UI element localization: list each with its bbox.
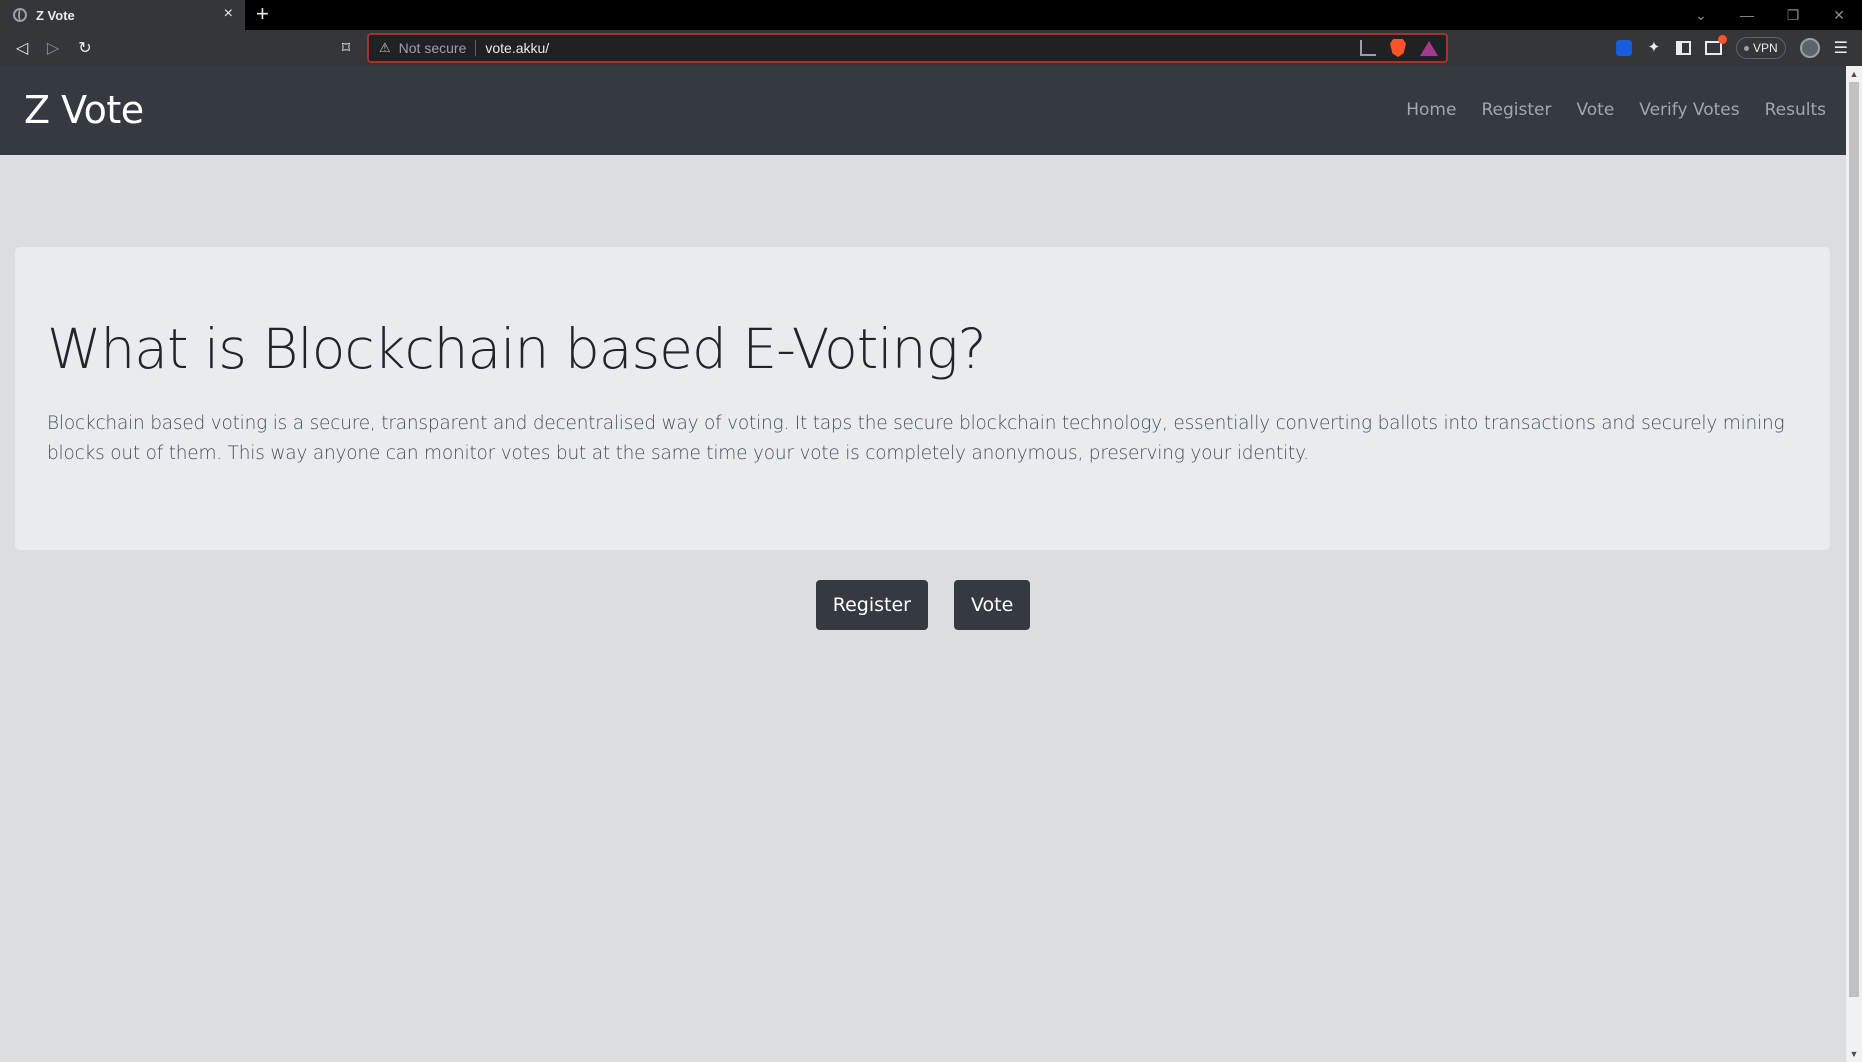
- window-controls: ⌄ — ❐ ✕: [1678, 0, 1862, 30]
- site-brand[interactable]: Z Vote: [24, 88, 144, 132]
- page-viewport: Z Vote Home Register Vote Verify Votes R…: [0, 66, 1846, 1062]
- share-icon[interactable]: [1360, 40, 1376, 56]
- menu-icon[interactable]: ☰: [1834, 38, 1848, 58]
- scroll-down-icon[interactable]: ▼: [1846, 1046, 1862, 1062]
- back-icon[interactable]: ◁: [12, 38, 32, 58]
- browser-tab-bar: Z Vote × + ⌄ — ❐ ✕: [0, 0, 1862, 30]
- restore-icon[interactable]: ❐: [1770, 0, 1816, 30]
- brave-rewards-icon[interactable]: [1420, 40, 1438, 56]
- globe-icon: [13, 8, 27, 22]
- tab-search-icon[interactable]: ⌄: [1678, 0, 1724, 30]
- browser-tab[interactable]: Z Vote ×: [0, 0, 245, 30]
- address-bar[interactable]: ⚠ Not secure vote.akku/: [367, 33, 1448, 63]
- scroll-up-icon[interactable]: ▲: [1846, 66, 1862, 82]
- nav-links: Home Register Vote Verify Votes Results: [1406, 100, 1826, 120]
- security-indicator[interactable]: Not secure: [399, 40, 467, 56]
- nav-home[interactable]: Home: [1406, 100, 1456, 120]
- register-button[interactable]: Register: [815, 580, 928, 630]
- hero-description: Blockchain based voting is a secure, tra…: [47, 413, 1785, 464]
- browser-toolbar: ◁ ▷ ↻ ⌑ ⚠ Not secure vote.akku/ ✦ VPN ☰: [0, 30, 1862, 66]
- site-navbar: Z Vote Home Register Vote Verify Votes R…: [0, 66, 1846, 155]
- bookmark-icon[interactable]: ⌑: [336, 38, 356, 58]
- sidebar-icon[interactable]: [1675, 41, 1691, 55]
- vpn-status-dot: [1743, 45, 1749, 51]
- bitwarden-icon[interactable]: [1615, 40, 1632, 56]
- extensions-area: ✦ VPN ☰: [1615, 30, 1862, 66]
- nav-vote[interactable]: Vote: [1576, 100, 1614, 120]
- brave-shields-icon[interactable]: [1390, 39, 1406, 57]
- minimize-icon[interactable]: —: [1724, 0, 1770, 30]
- vpn-label: VPN: [1752, 41, 1778, 55]
- reload-icon[interactable]: ↻: [75, 38, 95, 58]
- wallet-icon[interactable]: [1704, 35, 1727, 55]
- profile-avatar[interactable]: [1799, 38, 1820, 58]
- address-divider: [475, 40, 477, 56]
- hero-title: What is Blockchain based E-Voting?: [47, 317, 987, 381]
- nav-verify-votes[interactable]: Verify Votes: [1639, 100, 1739, 120]
- tab-close-icon[interactable]: ×: [224, 6, 233, 22]
- close-window-icon[interactable]: ✕: [1816, 0, 1862, 30]
- forward-icon[interactable]: ▷: [43, 38, 63, 58]
- vertical-scrollbar[interactable]: ▲ ▼: [1846, 66, 1862, 1062]
- nav-results[interactable]: Results: [1765, 100, 1826, 120]
- action-buttons: Register Vote: [0, 580, 1846, 630]
- url-text[interactable]: vote.akku/: [485, 40, 549, 56]
- tab-title: Z Vote: [36, 7, 75, 23]
- new-tab-button[interactable]: +: [256, 3, 269, 25]
- address-bar-actions: [1360, 39, 1438, 57]
- vote-button[interactable]: Vote: [953, 580, 1031, 630]
- extensions-icon[interactable]: ✦: [1646, 40, 1662, 56]
- warning-icon: ⚠: [379, 40, 391, 55]
- vpn-button[interactable]: VPN: [1735, 37, 1786, 59]
- hero-jumbotron: What is Blockchain based E-Voting? Block…: [15, 247, 1830, 550]
- scrollbar-thumb[interactable]: [1849, 82, 1859, 997]
- nav-register[interactable]: Register: [1481, 100, 1551, 120]
